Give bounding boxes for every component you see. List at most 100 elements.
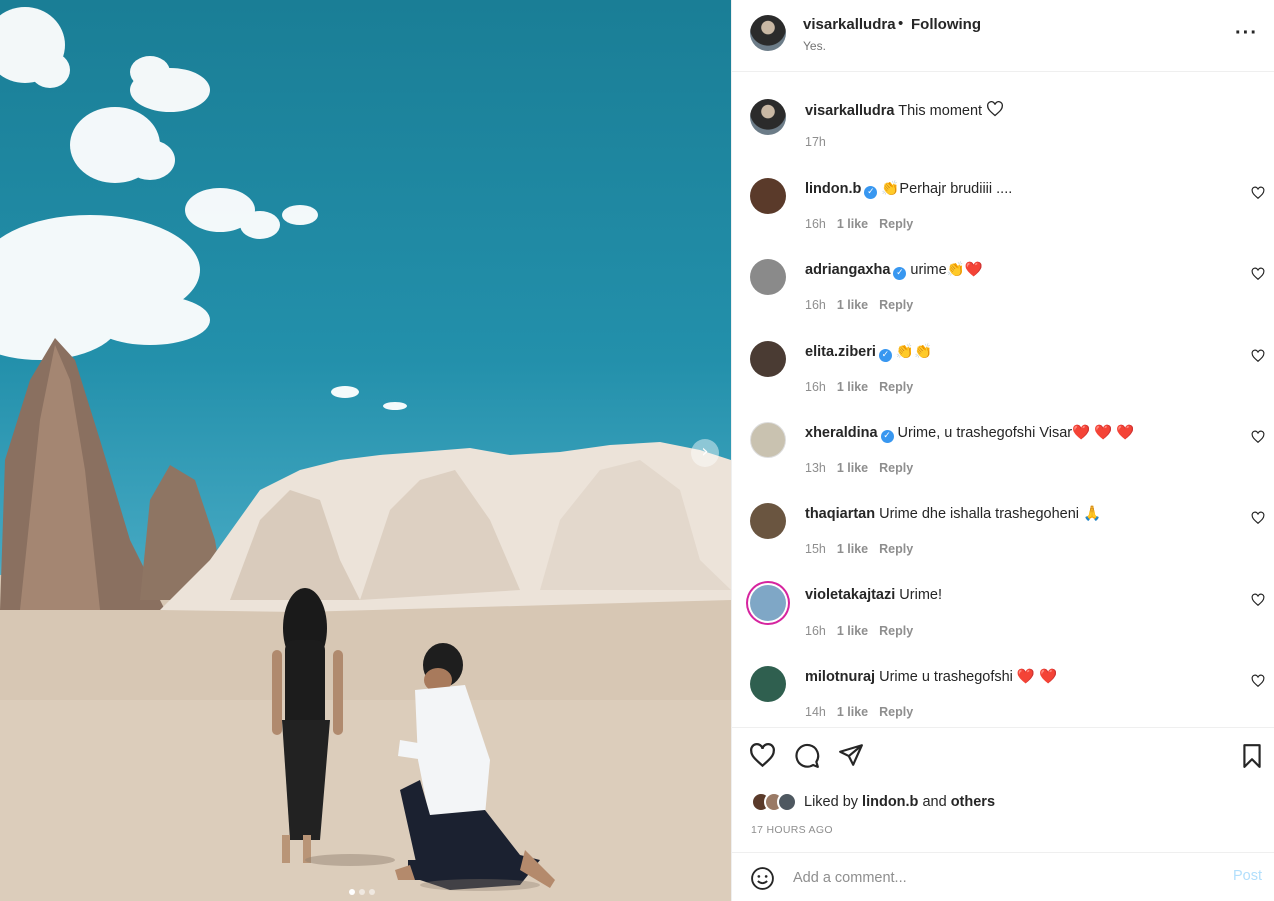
post-comment-button[interactable]: Post [1233, 868, 1262, 884]
liker-avatar[interactable] [777, 792, 797, 812]
comment-meta: 13h 1 like Reply [805, 461, 924, 475]
caption-time: 17h [805, 135, 826, 149]
comment-body: Urime! [899, 587, 942, 603]
post-timestamp[interactable]: 17 HOURS AGO [751, 824, 833, 836]
liked-by-prefix: Liked by [804, 794, 859, 810]
comment-like-heart-icon[interactable] [1251, 511, 1265, 525]
reply-button[interactable]: Reply [879, 217, 913, 231]
reply-button[interactable]: Reply [879, 380, 913, 394]
reply-button[interactable]: Reply [879, 298, 913, 312]
header-separator: • [898, 15, 904, 32]
comment-body: 👏Perhajr brudiiii .... [881, 181, 1013, 197]
comment-bubble-icon[interactable] [794, 743, 820, 769]
liked-by: Liked by lindon.b and others [751, 791, 995, 813]
liked-by-others-link[interactable]: others [951, 794, 995, 810]
reply-button[interactable]: Reply [879, 542, 913, 556]
comment-meta: 15h 1 like Reply [805, 542, 924, 556]
comments-list[interactable]: visarkalludra This moment 17h lindon.b ✓ 👏… [732, 73, 1274, 727]
comment-time: 16h [805, 217, 826, 231]
white-heart-icon [987, 101, 1004, 117]
comment-username[interactable]: violetakajtazi [805, 587, 895, 603]
comment-text: violetakajtazi Urime! [805, 587, 942, 603]
comment-username[interactable]: thaqiartan [805, 506, 875, 522]
reply-button[interactable]: Reply [879, 705, 913, 719]
comment-text: lindon.b ✓ 👏Perhajr brudiiii .... [805, 180, 1012, 199]
comment-username[interactable]: milotnuraj [805, 669, 875, 685]
author-username[interactable]: visarkalludra [803, 16, 896, 33]
comment-time: 13h [805, 461, 826, 475]
comment-time: 15h [805, 542, 826, 556]
comment-body: Urime dhe ishalla trashegoheni 🙏 [879, 506, 1102, 522]
comment-likes[interactable]: 1 like [837, 461, 868, 475]
smiley-icon[interactable] [750, 866, 775, 891]
bookmark-icon[interactable] [1241, 743, 1263, 769]
comment-username[interactable]: elita.ziberi [805, 344, 876, 360]
commenter-avatar[interactable] [750, 178, 786, 214]
comment-likes[interactable]: 1 like [837, 380, 868, 394]
commenter-avatar[interactable] [750, 503, 786, 539]
carousel-dot [349, 889, 355, 895]
comment-text: thaqiartan Urime dhe ishalla trashegohen… [805, 505, 1101, 522]
verified-badge-icon: ✓ [880, 430, 894, 443]
paper-plane-icon[interactable] [838, 743, 864, 767]
liked-by-and: and [922, 794, 947, 810]
caption-text: visarkalludra This moment [805, 101, 1004, 119]
heart-icon[interactable] [749, 743, 776, 768]
comment-username[interactable]: lindon.b [805, 181, 861, 197]
comment-meta: 14h 1 like Reply [805, 705, 924, 719]
following-button[interactable]: Following [911, 16, 981, 33]
comment-like-heart-icon[interactable] [1251, 430, 1265, 444]
comment-like-heart-icon[interactable] [1251, 674, 1265, 688]
photo-scene [0, 7, 731, 901]
caption-body: This moment [898, 103, 987, 119]
comment-time: 16h [805, 380, 826, 394]
comment-meta: 16h 1 like Reply [805, 217, 924, 231]
comment-text: xheraldina ✓ Urime, u trashegofshi Visar❤️… [805, 424, 1134, 443]
add-comment-bar: Post [732, 852, 1274, 901]
comment-text: adriangaxha ✓ urime👏❤️ [805, 261, 983, 280]
author-avatar[interactable] [750, 99, 786, 135]
verified-badge-icon: ✓ [878, 349, 892, 362]
more-options-icon[interactable]: ··· [1235, 22, 1258, 45]
commenter-avatar[interactable] [750, 422, 786, 458]
comment-meta: 16h 1 like Reply [805, 298, 924, 312]
comment-like-heart-icon[interactable] [1251, 267, 1265, 281]
commenter-avatar-story[interactable] [750, 585, 786, 621]
comment-text: milotnuraj Urime u trashegofshi ❤️ ❤️ [805, 668, 1057, 685]
post-side-panel: visarkalludra • Following Yes. ··· visar… [731, 0, 1274, 901]
author-avatar[interactable] [750, 15, 786, 51]
reply-button[interactable]: Reply [879, 624, 913, 638]
caption-username[interactable]: visarkalludra [805, 103, 894, 119]
comment-body: Urime u trashegofshi ❤️ ❤️ [879, 669, 1058, 685]
comment-likes[interactable]: 1 like [837, 217, 868, 231]
liked-by-user-link[interactable]: lindon.b [862, 794, 918, 810]
comment-likes[interactable]: 1 like [837, 298, 868, 312]
comment-body: 👏👏 [895, 344, 933, 360]
verified-badge-icon: ✓ [893, 267, 907, 280]
comment-body: Urime, u trashegofshi Visar❤️ ❤️ ❤️ [897, 425, 1135, 441]
commenter-avatar[interactable] [750, 341, 786, 377]
post-header: visarkalludra • Following Yes. ··· [732, 0, 1274, 72]
post-photo[interactable]: › [0, 0, 731, 901]
commenter-avatar[interactable] [750, 259, 786, 295]
comment-input[interactable] [793, 867, 1213, 889]
comment-username[interactable]: xheraldina [805, 425, 878, 441]
commenter-avatar[interactable] [750, 666, 786, 702]
comment-body: urime👏❤️ [910, 262, 983, 278]
author-subtitle: Yes. [803, 39, 826, 53]
carousel-next-button[interactable]: › [691, 439, 719, 467]
comment-like-heart-icon[interactable] [1251, 593, 1265, 607]
comment-time: 16h [805, 624, 826, 638]
chevron-right-icon: › [701, 441, 709, 462]
comment-likes[interactable]: 1 like [837, 542, 868, 556]
verified-badge-icon: ✓ [864, 186, 878, 199]
comment-meta: 16h 1 like Reply [805, 380, 924, 394]
comment-likes[interactable]: 1 like [837, 705, 868, 719]
post-actions: Liked by lindon.b and others 17 HOURS AG… [732, 727, 1274, 852]
comment-likes[interactable]: 1 like [837, 624, 868, 638]
comment-username[interactable]: adriangaxha [805, 262, 890, 278]
carousel-dot [369, 889, 375, 895]
comment-like-heart-icon[interactable] [1251, 186, 1265, 200]
reply-button[interactable]: Reply [879, 461, 913, 475]
comment-like-heart-icon[interactable] [1251, 349, 1265, 363]
